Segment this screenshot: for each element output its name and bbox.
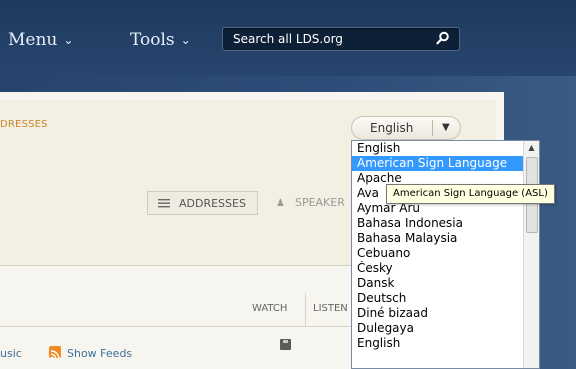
- floppy-disk-icon[interactable]: [280, 339, 291, 350]
- music-link[interactable]: usic: [0, 347, 22, 360]
- dropdown-option[interactable]: Česky: [352, 261, 539, 276]
- watch-column-header: WATCH: [252, 303, 288, 314]
- language-select[interactable]: English ▼: [351, 116, 461, 140]
- menu-label: Menu: [8, 30, 58, 50]
- addresses-button[interactable]: ADDRESSES: [147, 191, 258, 215]
- speakers-button[interactable]: ♟ SPEAKER: [276, 196, 345, 209]
- dropdown-option[interactable]: Bahasa Malaysia: [352, 231, 539, 246]
- dropdown-option[interactable]: Deutsch: [352, 291, 539, 306]
- chevron-down-icon: ⌄: [180, 33, 191, 47]
- language-value: English: [370, 121, 414, 135]
- dropdown-option[interactable]: English: [352, 336, 539, 351]
- scroll-up-icon[interactable]: ▲: [524, 141, 539, 155]
- show-feeds-link[interactable]: Show Feeds: [67, 347, 132, 360]
- caret-down-icon: ▼: [442, 122, 450, 133]
- dropdown-scrollbar[interactable]: ▲: [523, 141, 539, 368]
- tools-nav[interactable]: Tools ⌄: [130, 30, 191, 50]
- rss-icon[interactable]: [49, 346, 61, 360]
- chevron-down-icon: ⌄: [63, 33, 74, 47]
- person-icon: ♟: [276, 198, 285, 209]
- tools-label: Tools: [130, 30, 175, 50]
- search-icon[interactable]: [436, 31, 450, 48]
- language-tooltip: American Sign Language (ASL): [386, 184, 555, 204]
- search-box: [222, 27, 460, 51]
- dropdown-option[interactable]: Dulegaya: [352, 321, 539, 336]
- listen-column-header: LISTEN: [313, 303, 348, 314]
- search-input[interactable]: [223, 28, 429, 50]
- list-icon: [158, 197, 170, 209]
- addresses-button-label: ADDRESSES: [179, 197, 246, 210]
- dropdown-option[interactable]: English: [352, 141, 539, 156]
- addresses-link[interactable]: DRESSES: [0, 119, 48, 130]
- dropdown-option[interactable]: Cebuano: [352, 246, 539, 261]
- dropdown-option[interactable]: Dansk: [352, 276, 539, 291]
- dropdown-option[interactable]: American Sign Language: [352, 156, 539, 171]
- speakers-button-label: SPEAKER: [294, 196, 345, 209]
- dropdown-option[interactable]: Bahasa Indonesia: [352, 216, 539, 231]
- dropdown-options: English American Sign Language Apache Ava Ay…: [352, 141, 539, 351]
- top-navigation: Menu ⌄ Tools ⌄: [0, 0, 576, 76]
- select-divider: [432, 120, 433, 136]
- column-divider: [305, 293, 306, 327]
- dropdown-option[interactable]: Diné bizaad: [352, 306, 539, 321]
- menu-nav[interactable]: Menu ⌄: [8, 30, 73, 50]
- language-dropdown-list[interactable]: English American Sign Language Apache Ava Ay…: [351, 140, 540, 369]
